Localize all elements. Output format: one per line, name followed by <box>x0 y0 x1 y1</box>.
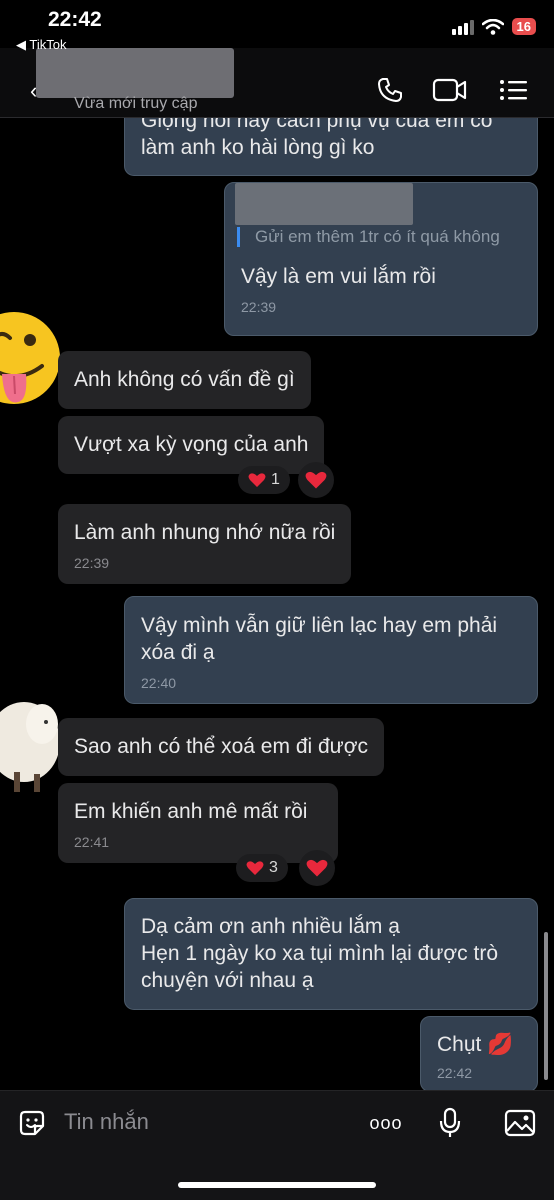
message-input[interactable]: Tin nhắn <box>64 1109 149 1135</box>
heart-icon <box>248 473 266 487</box>
message-time: 22:40 <box>141 675 177 691</box>
home-indicator[interactable] <box>178 1182 376 1188</box>
message-text: Dạ cảm ơn anh nhiều lắm ạ <box>141 915 400 938</box>
chat-options-button[interactable] <box>496 72 532 108</box>
more-options-button[interactable]: ooo <box>366 1105 406 1141</box>
message-bubble-outgoing[interactable]: Dạ cảm ơn anh nhiều lắm ạ Hẹn 1 ngày ko … <box>124 898 538 1010</box>
battery-indicator: 16 <box>511 18 536 35</box>
back-to-app-link[interactable]: ◀ TikTok <box>16 37 66 53</box>
send-image-button[interactable] <box>502 1105 538 1141</box>
message-text: Vậy là em vui lắm rồi <box>241 265 436 288</box>
status-time: 22:42 <box>48 8 102 31</box>
reaction-count[interactable]: 1 <box>238 466 290 494</box>
message-time: 22:41 <box>74 834 110 850</box>
reaction-count[interactable]: 3 <box>236 854 288 882</box>
message-text: Vậy mình vẫn giữ liên lạc hay em phải <box>141 614 498 637</box>
sticker-button[interactable] <box>14 1105 50 1141</box>
add-reaction-button[interactable] <box>299 850 335 886</box>
video-call-button[interactable] <box>432 72 468 108</box>
message-bubble-outgoing[interactable]: Vậy mình vẫn giữ liên lạc hay em phải xó… <box>124 596 538 704</box>
status-icons: 16 <box>451 18 536 35</box>
message-text: Hẹn 1 ngày ko xa tụi mình lại được trò <box>141 942 498 965</box>
mic-icon <box>439 1107 461 1137</box>
message-bubble-incoming[interactable]: Anh không có vấn đề gì <box>58 351 311 409</box>
message-text: chuyện với nhau ạ <box>141 969 314 992</box>
signal-icon <box>451 19 474 35</box>
message-text: Làm anh nhung nhớ nữa rồi <box>74 521 336 544</box>
message-text: làm anh ko hài lòng gì ko <box>141 136 375 159</box>
message-bubble-incoming[interactable]: Em khiến anh mê mất rồi 22:41 <box>58 783 338 863</box>
reaction-number: 1 <box>271 471 280 488</box>
chat-header: ‹ Vừa mới truy cập <box>0 48 554 118</box>
message-text: Chụt 💋 <box>437 1033 514 1056</box>
heart-icon <box>306 859 328 877</box>
message-text: Anh không có vấn đề gì <box>74 368 295 391</box>
message-time: 22:39 <box>74 555 110 571</box>
message-bubble-outgoing[interactable]: Gửi em thêm 1tr có ít quá không Vậy là e… <box>224 182 538 336</box>
presence-status: Vừa mới truy cập <box>74 95 198 112</box>
reply-sender-redacted <box>235 183 413 225</box>
message-text: xóa đi ạ <box>141 641 215 664</box>
wifi-icon <box>481 18 504 35</box>
image-icon <box>504 1109 536 1137</box>
add-reaction-button[interactable] <box>298 462 334 498</box>
message-time: 22:39 <box>241 299 277 315</box>
reaction-number: 3 <box>269 859 278 876</box>
scrollbar[interactable] <box>544 932 548 1080</box>
reply-quote[interactable]: Gửi em thêm 1tr có ít quá không <box>237 227 500 247</box>
message-bubble-incoming[interactable]: Làm anh nhung nhớ nữa rồi 22:39 <box>58 504 352 584</box>
phone-icon <box>378 78 402 102</box>
contact-name-redacted[interactable] <box>36 48 234 98</box>
sticker-icon <box>19 1110 45 1136</box>
video-icon <box>432 78 467 102</box>
message-bubble-incoming[interactable]: Sao anh có thể xoá em đi được <box>58 718 384 776</box>
voice-message-button[interactable] <box>432 1105 468 1141</box>
heart-icon <box>305 471 327 489</box>
message-time: 22:42 <box>437 1065 473 1081</box>
call-button[interactable] <box>372 72 408 108</box>
menu-icon <box>500 80 527 100</box>
heart-icon <box>246 861 264 875</box>
message-text: Em khiến anh mê mất rồi <box>74 800 308 823</box>
message-bubble-incoming[interactable]: Vượt xa kỳ vọng của anh <box>58 416 325 474</box>
message-bubble-outgoing[interactable]: Chụt 💋 22:42 <box>420 1016 538 1092</box>
sheep-sticker <box>0 696 66 805</box>
message-text: Sao anh có thể xoá em đi được <box>74 735 368 758</box>
message-text: Vượt xa kỳ vọng của anh <box>74 433 309 456</box>
tongue-emoji-sticker <box>0 308 62 417</box>
